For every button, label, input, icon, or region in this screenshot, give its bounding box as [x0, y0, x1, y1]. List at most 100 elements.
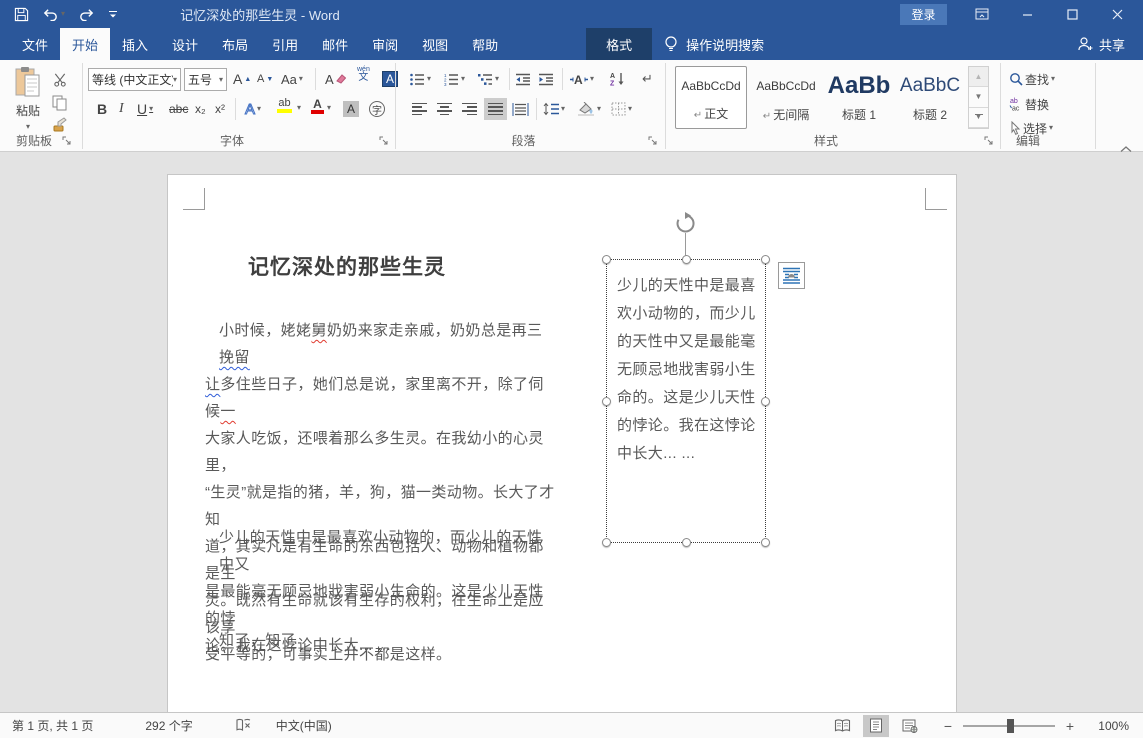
resize-handle-bottom-center[interactable]: [682, 538, 691, 547]
rotation-handle[interactable]: [673, 211, 698, 236]
highlight-color-button[interactable]: ab: [275, 98, 294, 120]
page-number-status[interactable]: 第 1 页, 共 1 页: [0, 717, 93, 734]
tab-layout[interactable]: 布局: [210, 28, 260, 60]
style-heading1[interactable]: AaBb 标题 1: [823, 66, 895, 129]
undo-button[interactable]: ▾: [42, 7, 65, 21]
paste-button[interactable]: 粘贴 ▾: [8, 66, 48, 142]
tab-format[interactable]: 格式: [586, 28, 652, 60]
redo-button[interactable]: [78, 7, 95, 21]
web-layout-button[interactable]: [897, 715, 923, 737]
subscript-button[interactable]: x₂: [193, 98, 208, 120]
resize-handle-top-right[interactable]: [761, 255, 770, 264]
align-right-button[interactable]: [460, 98, 479, 120]
print-layout-button[interactable]: [863, 715, 889, 737]
tab-mailings[interactable]: 邮件: [310, 28, 360, 60]
resize-handle-bottom-left[interactable]: [602, 538, 611, 547]
increase-indent-button[interactable]: [536, 68, 556, 90]
replace-button[interactable]: abac 替换: [1007, 93, 1051, 115]
share-button[interactable]: 共享: [1059, 28, 1143, 60]
styles-scroll-up-button[interactable]: ▲: [969, 67, 988, 87]
style-no-spacing[interactable]: AaBbCcDd ↵无间隔: [750, 66, 822, 129]
bold-button[interactable]: B: [95, 98, 109, 120]
tab-design[interactable]: 设计: [160, 28, 210, 60]
shrink-font-button[interactable]: A▼: [255, 68, 275, 90]
proofing-status-button[interactable]: [235, 718, 252, 733]
style-heading2[interactable]: AaBbC 标题 2: [894, 66, 966, 129]
bullets-dropdown-arrow[interactable]: ▾: [427, 75, 431, 83]
tab-review[interactable]: 审阅: [360, 28, 410, 60]
asian-layout-dropdown-arrow[interactable]: ▾: [590, 75, 594, 83]
paragraph-3[interactable]: 知了，知了: [205, 627, 557, 654]
collapse-ribbon-button[interactable]: [1118, 138, 1134, 160]
find-dropdown-arrow[interactable]: ▾: [1051, 75, 1055, 83]
line-spacing-button[interactable]: ▾: [541, 98, 567, 120]
font-dialog-launcher[interactable]: [379, 136, 391, 148]
tab-home[interactable]: 开始: [60, 28, 110, 60]
borders-button[interactable]: ▾: [609, 98, 634, 120]
enclose-characters-button[interactable]: 字: [367, 98, 387, 120]
font-color-button[interactable]: A: [309, 98, 326, 120]
numbering-button[interactable]: 123▾: [442, 68, 467, 90]
document-heading[interactable]: 记忆深处的那些生灵: [248, 251, 446, 281]
resize-handle-middle-left[interactable]: [602, 397, 611, 406]
character-shading-button[interactable]: A: [341, 98, 361, 120]
save-button[interactable]: [14, 7, 29, 22]
line-spacing-dropdown-arrow[interactable]: ▾: [561, 105, 565, 113]
resize-handle-top-center[interactable]: [682, 255, 691, 264]
sort-button[interactable]: AZ: [608, 68, 628, 90]
styles-gallery-more-button[interactable]: ▼: [969, 108, 988, 128]
customize-qat-button[interactable]: [108, 9, 118, 19]
align-center-button[interactable]: [435, 98, 454, 120]
bullets-button[interactable]: ▾: [408, 68, 433, 90]
selected-text-box[interactable]: 少儿的天性中是最喜 欢小动物的，而少儿 的天性中又是最能毫 无顾忌地戕害弱小生 …: [606, 259, 766, 543]
tab-references[interactable]: 引用: [260, 28, 310, 60]
text-box-content[interactable]: 少儿的天性中是最喜 欢小动物的，而少儿 的天性中又是最能毫 无顾忌地戕害弱小生 …: [617, 272, 756, 468]
distribute-button[interactable]: [510, 98, 531, 120]
tell-me-search[interactable]: 操作说明搜索: [664, 28, 764, 60]
shading-button[interactable]: ▾: [575, 98, 603, 120]
zoom-slider[interactable]: [963, 725, 1055, 727]
text-effects-button[interactable]: A▾: [243, 98, 263, 120]
maximize-button[interactable]: [1063, 0, 1081, 28]
document-page[interactable]: 记忆深处的那些生灵 小时候，姥姥舅奶奶来家走亲戚，奶奶总是再三挽留 让多住些日子…: [167, 174, 957, 712]
numbering-dropdown-arrow[interactable]: ▾: [461, 75, 465, 83]
shading-dropdown-arrow[interactable]: ▾: [597, 105, 601, 113]
justify-button[interactable]: [484, 98, 507, 120]
word-count-status[interactable]: 292 个字: [145, 717, 192, 734]
copy-button[interactable]: [50, 92, 69, 114]
tab-file[interactable]: 文件: [10, 28, 60, 60]
phonetic-guide-button[interactable]: wén 文: [355, 66, 372, 88]
superscript-button[interactable]: x²: [213, 98, 227, 120]
text-effects-dropdown-arrow[interactable]: ▾: [257, 105, 261, 113]
style-normal[interactable]: AaBbCcDd ↵正文: [675, 66, 747, 129]
decrease-indent-button[interactable]: [513, 68, 533, 90]
undo-dropdown-arrow[interactable]: ▾: [61, 10, 65, 18]
language-status[interactable]: 中文(中国): [276, 717, 332, 734]
show-marks-button[interactable]: ↵: [640, 68, 655, 90]
change-case-button[interactable]: Aa▾: [279, 68, 305, 90]
zoom-out-button[interactable]: −: [941, 718, 955, 734]
font-size-combobox[interactable]: 五号▾: [184, 68, 227, 91]
minimize-button[interactable]: [1018, 0, 1036, 28]
styles-dialog-launcher[interactable]: [984, 136, 996, 148]
borders-dropdown-arrow[interactable]: ▾: [628, 105, 632, 113]
zoom-slider-thumb[interactable]: [1007, 719, 1014, 733]
resize-handle-bottom-right[interactable]: [761, 538, 770, 547]
multilevel-dropdown-arrow[interactable]: ▾: [495, 75, 499, 83]
tab-insert[interactable]: 插入: [110, 28, 160, 60]
tab-view[interactable]: 视图: [410, 28, 460, 60]
read-mode-button[interactable]: [829, 715, 855, 737]
close-button[interactable]: [1108, 0, 1126, 28]
zoom-level[interactable]: 100%: [1089, 719, 1129, 733]
document-area[interactable]: 记忆深处的那些生灵 小时候，姥姥舅奶奶来家走亲戚，奶奶总是再三挽留 让多住些日子…: [0, 153, 1143, 712]
highlight-dropdown-arrow[interactable]: ▾: [297, 104, 301, 112]
clipboard-dialog-launcher[interactable]: [62, 136, 74, 148]
select-dropdown-arrow[interactable]: ▾: [1049, 124, 1053, 132]
resize-handle-top-left[interactable]: [602, 255, 611, 264]
find-button[interactable]: 查找▾: [1007, 68, 1057, 90]
paste-dropdown-arrow[interactable]: ▾: [26, 123, 30, 131]
font-name-combobox[interactable]: 等线 (中文正文)▾: [88, 68, 181, 91]
grow-font-button[interactable]: A▲: [231, 68, 253, 90]
zoom-in-button[interactable]: +: [1063, 718, 1077, 734]
italic-button[interactable]: I: [117, 98, 126, 120]
